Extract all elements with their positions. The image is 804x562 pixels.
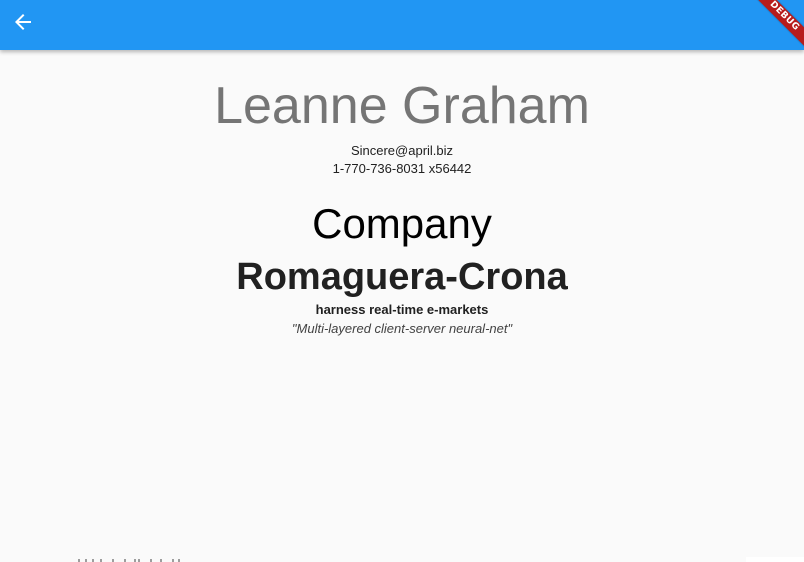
app-bar [0, 0, 804, 50]
company-catch-phrase: "Multi-layered client-server neural-net" [291, 321, 513, 336]
company-name: Romaguera-Crona [236, 256, 568, 298]
bottom-edge-surface [746, 557, 804, 562]
back-button[interactable] [3, 2, 43, 42]
clipped-text-fragment [76, 554, 196, 562]
company-heading: Company [312, 200, 492, 247]
user-phone: 1-770-736-8031 x56442 [332, 161, 472, 176]
user-email: Sincere@april.biz [350, 143, 454, 158]
user-detail: Leanne Graham Sincere@april.biz 1-770-73… [0, 50, 804, 338]
arrow-back-icon [11, 10, 35, 34]
user-name: Leanne Graham [214, 77, 590, 135]
company-bs: harness real-time e-markets [315, 302, 489, 317]
app-screen: DEBUG Leanne Graham Sincere@april.biz 1-… [0, 0, 804, 562]
